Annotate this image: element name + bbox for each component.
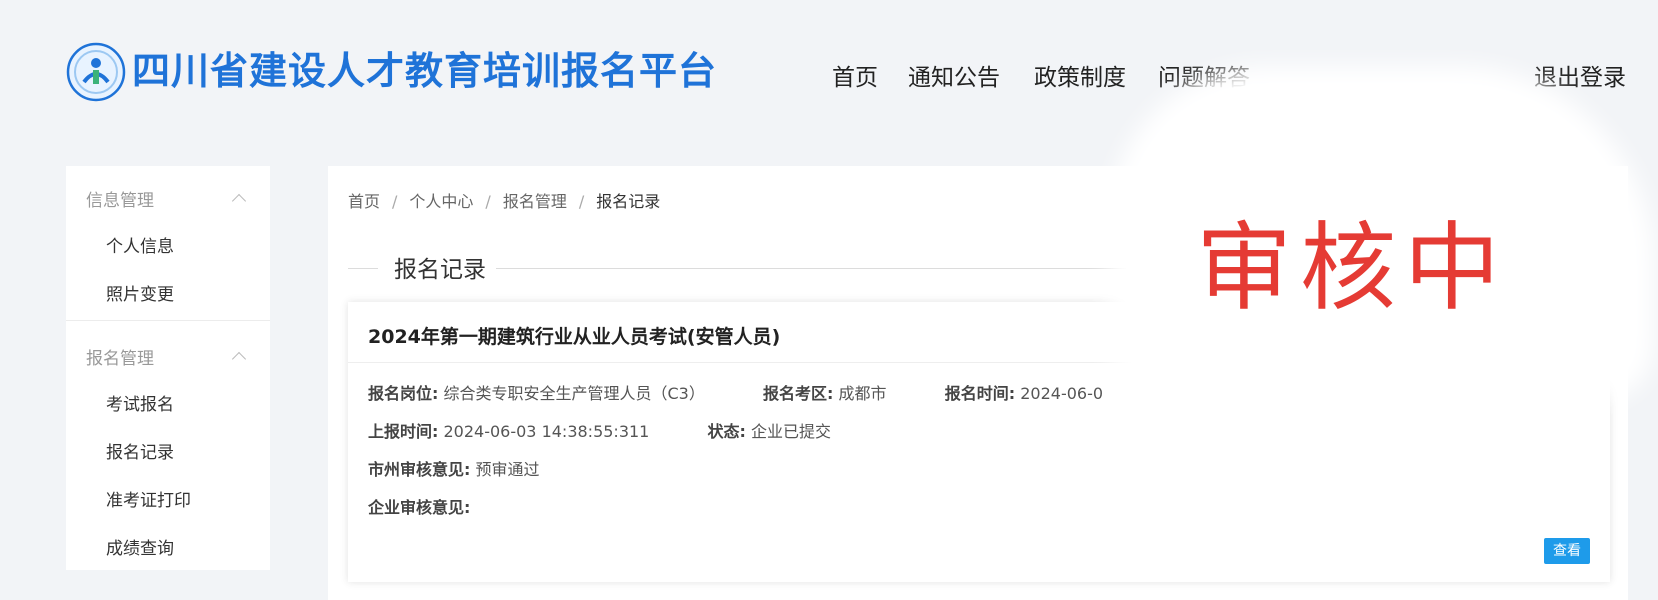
review-status-text: 审核中	[1196, 212, 1508, 324]
breadcrumb: 首页 / 个人中心 / 报名管理 / 报名记录	[348, 188, 660, 212]
breadcrumb-separator: /	[485, 192, 491, 211]
sidebar-item-admission-print[interactable]: 准考证打印	[106, 486, 191, 511]
area-value: 成都市	[838, 384, 887, 403]
breadcrumb-home[interactable]: 首页	[348, 192, 380, 211]
breadcrumb-personal-center[interactable]: 个人中心	[409, 192, 473, 211]
nav-notices[interactable]: 通知公告	[908, 58, 1000, 92]
nav-home[interactable]: 首页	[832, 58, 878, 92]
breadcrumb-current: 报名记录	[596, 192, 661, 211]
breadcrumb-registration[interactable]: 报名管理	[503, 192, 567, 211]
sidebar-group-info[interactable]: 信息管理	[86, 186, 154, 211]
record-row-3: 市州审核意见: 预审通过	[368, 456, 540, 480]
chevron-up-icon[interactable]	[231, 193, 247, 209]
breadcrumb-separator: /	[392, 192, 398, 211]
status-value: 企业已提交	[751, 422, 832, 441]
record-row-1: 报名岗位: 综合类专职安全生产管理人员（C3） 报名考区: 成都市 报名时间: …	[368, 380, 1103, 404]
nav-policies[interactable]: 政策制度	[1034, 58, 1126, 92]
sidebar-item-register-records[interactable]: 报名记录	[106, 438, 174, 463]
breadcrumb-separator: /	[578, 192, 585, 211]
position-label: 报名岗位:	[368, 384, 439, 403]
chevron-up-icon[interactable]	[231, 351, 247, 367]
sidebar-item-exam-register[interactable]: 考试报名	[106, 390, 174, 415]
company-review-label: 企业审核意见:	[368, 498, 471, 517]
sidebar-divider	[66, 320, 270, 321]
city-review-label: 市州审核意见:	[368, 460, 471, 479]
view-button[interactable]: 查看	[1544, 538, 1590, 564]
submit-time-value: 2024-06-03 14:38:55:311	[443, 422, 650, 441]
sidebar-item-photo-change[interactable]: 照片变更	[106, 280, 174, 305]
record-row-4: 企业审核意见:	[368, 494, 470, 518]
submit-time-label: 上报时间:	[368, 422, 439, 441]
position-value: 综合类专职安全生产管理人员（C3）	[443, 384, 705, 403]
record-title: 2024年第一期建筑行业从业人员考试(安管人员)	[368, 326, 781, 348]
register-time-label: 报名时间:	[944, 384, 1016, 403]
nav-logout[interactable]: 退出登录	[1534, 58, 1626, 92]
section-title: 报名记录	[384, 250, 496, 284]
sidebar: 信息管理 个人信息 照片变更 报名管理 考试报名 报名记录 准考证打印 成绩查询	[66, 166, 270, 570]
record-row-2: 上报时间: 2024-06-03 14:38:55:311 状态: 企业已提交	[368, 418, 831, 442]
area-label: 报名考区:	[763, 384, 834, 403]
status-label: 状态:	[707, 422, 746, 441]
sidebar-item-score-query[interactable]: 成绩查询	[106, 534, 174, 559]
sidebar-item-personal-info[interactable]: 个人信息	[106, 232, 174, 257]
sidebar-group-registration[interactable]: 报名管理	[86, 344, 154, 369]
register-time-value: 2024-06-0	[1020, 384, 1104, 403]
section-divider-left	[348, 268, 378, 269]
city-review-value: 预审通过	[475, 460, 540, 479]
